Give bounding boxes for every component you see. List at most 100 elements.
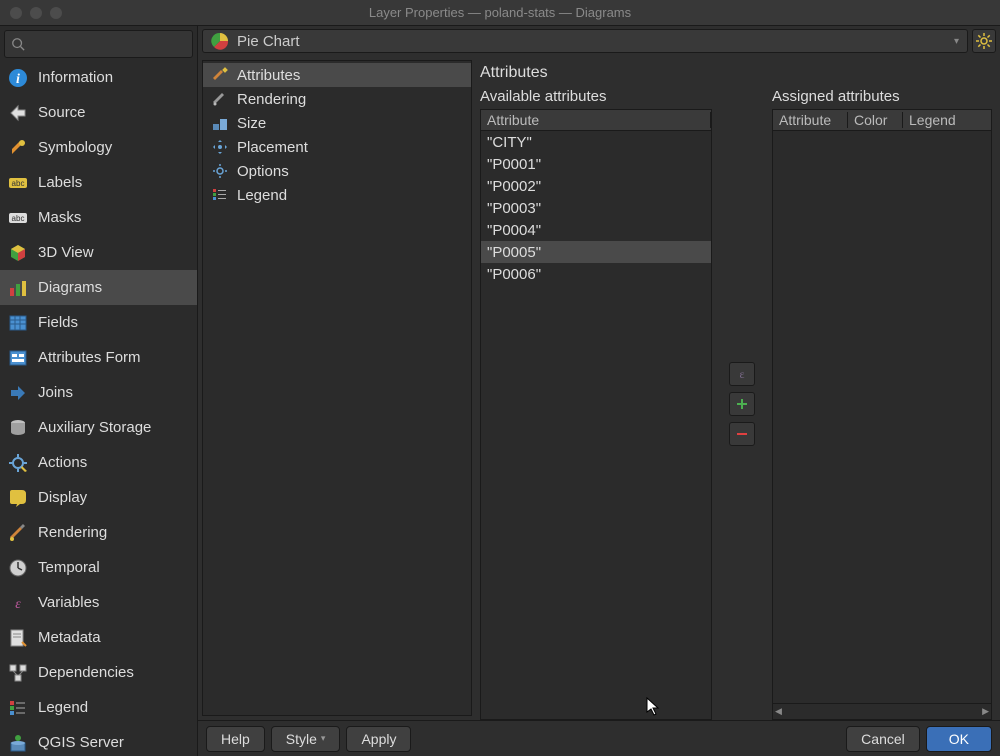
chevron-down-icon: ▾ — [321, 733, 326, 744]
svg-text:abc: abc — [12, 214, 25, 223]
sidebar-item-attrform[interactable]: Attributes Form — [0, 340, 197, 375]
sidebar-item-actions[interactable]: Actions — [0, 445, 197, 480]
labels-icon: abc — [8, 173, 28, 193]
metadata-icon — [8, 628, 28, 648]
sidebar-item-label: Legend — [38, 699, 88, 716]
available-item[interactable]: "CITY" — [481, 131, 711, 153]
sidebar-item-source[interactable]: Source — [0, 95, 197, 130]
sidebar-item-rendering[interactable]: Rendering — [0, 515, 197, 550]
sidebar-item-label: 3D View — [38, 244, 94, 261]
rendering-icon — [8, 523, 28, 543]
available-item[interactable]: "P0006" — [481, 263, 711, 285]
available-item[interactable]: "P0001" — [481, 153, 711, 175]
sidebar-item-label: Masks — [38, 209, 81, 226]
sidebar-item-label: Source — [38, 104, 86, 121]
remove-attribute-button[interactable] — [729, 422, 755, 446]
search-input[interactable] — [4, 30, 193, 58]
sidebar-item-legend[interactable]: Legend — [0, 690, 197, 725]
subnav-item-label: Size — [237, 115, 266, 132]
aux-icon — [8, 418, 28, 438]
3dview-icon — [8, 243, 28, 263]
diagrams-icon — [8, 278, 28, 298]
sidebar-item-variables[interactable]: εVariables — [0, 585, 197, 620]
available-item[interactable]: "P0004" — [481, 219, 711, 241]
sidebar-item-qgisserver[interactable]: QGIS Server — [0, 725, 197, 756]
ok-button[interactable]: OK — [926, 726, 992, 752]
sidebar-item-diagrams[interactable]: Diagrams — [0, 270, 197, 305]
source-icon — [8, 103, 28, 123]
sidebar-item-label: Metadata — [38, 629, 101, 646]
subnav-item-label: Attributes — [237, 67, 300, 84]
available-header[interactable]: Attribute — [480, 109, 712, 131]
subnav-item-placement[interactable]: Placement — [203, 135, 471, 159]
available-item[interactable]: "P0002" — [481, 175, 711, 197]
expression-button[interactable]: ε — [729, 362, 755, 386]
sidebar-item-label: Diagrams — [38, 279, 102, 296]
sidebar-item-display[interactable]: Display — [0, 480, 197, 515]
attrform-icon — [8, 348, 28, 368]
available-title: Available attributes — [480, 88, 712, 105]
available-list[interactable]: "CITY""P0001""P0002""P0003""P0004""P0005… — [480, 131, 712, 720]
sidebar-item-label: Rendering — [38, 524, 107, 541]
subnav-item-rendering[interactable]: Rendering — [203, 87, 471, 111]
available-item[interactable]: "P0005" — [481, 241, 711, 263]
sidebar-item-temporal[interactable]: Temporal — [0, 550, 197, 585]
close-window[interactable] — [10, 7, 22, 19]
sidebar-item-labels[interactable]: abcLabels — [0, 165, 197, 200]
subnav-item-attributes[interactable]: Attributes — [203, 63, 471, 87]
subnav-item-label: Legend — [237, 187, 287, 204]
svg-text:i: i — [16, 72, 20, 87]
chevron-down-icon: ▾ — [954, 36, 959, 47]
sidebar-item-3dview[interactable]: 3D View — [0, 235, 197, 270]
available-item[interactable]: "P0003" — [481, 197, 711, 219]
minus-icon — [735, 427, 749, 441]
sidebar-item-symbology[interactable]: Symbology — [0, 130, 197, 165]
sidebar-item-label: Symbology — [38, 139, 112, 156]
dependencies-icon — [8, 663, 28, 683]
pane-title: Attributes — [480, 64, 992, 82]
pie-chart-icon — [211, 32, 229, 50]
sidebar-item-dependencies[interactable]: Dependencies — [0, 655, 197, 690]
information-icon: i — [8, 68, 28, 88]
minimize-window[interactable] — [30, 7, 42, 19]
sidebar-item-joins[interactable]: Joins — [0, 375, 197, 410]
help-button[interactable]: Help — [206, 726, 265, 752]
sidebar-item-aux[interactable]: Auxiliary Storage — [0, 410, 197, 445]
add-attribute-button[interactable] — [729, 392, 755, 416]
size-icon — [211, 115, 229, 131]
subnav-item-options[interactable]: Options — [203, 159, 471, 183]
joins-icon — [8, 383, 28, 403]
diagram-type-selector[interactable]: Pie Chart ▾ — [202, 29, 968, 53]
sidebar-item-metadata[interactable]: Metadata — [0, 620, 197, 655]
assigned-scrollbar[interactable]: ◀ ▶ — [772, 704, 992, 720]
sidebar-item-information[interactable]: iInformation — [0, 60, 197, 95]
svg-text:ε: ε — [739, 367, 744, 381]
titlebar: Layer Properties — poland-stats — Diagra… — [0, 0, 1000, 26]
diagram-options-button[interactable] — [972, 29, 996, 53]
assigned-list[interactable] — [772, 131, 992, 704]
diagram-type-label: Pie Chart — [237, 33, 300, 50]
available-header-attribute: Attribute — [481, 112, 711, 128]
assigned-header[interactable]: Attribute Color Legend — [772, 109, 992, 131]
cancel-button[interactable]: Cancel — [846, 726, 920, 752]
sidebar-item-masks[interactable]: abc Masks — [0, 200, 197, 235]
subnav-item-label: Options — [237, 163, 289, 180]
style-button[interactable]: Style▾ — [271, 726, 341, 752]
zoom-window[interactable] — [50, 7, 62, 19]
legend-icon — [211, 187, 229, 203]
dialog-button-bar: Help Style▾ Apply Cancel OK — [198, 720, 1000, 756]
qgisserver-icon — [8, 733, 28, 753]
placement-icon — [211, 139, 229, 155]
window-title: Layer Properties — poland-stats — Diagra… — [0, 5, 1000, 20]
subnav-item-legend[interactable]: Legend — [203, 183, 471, 207]
sidebar-item-label: Temporal — [38, 559, 100, 576]
sidebar-item-fields[interactable]: Fields — [0, 305, 197, 340]
sidebar-item-label: Display — [38, 489, 87, 506]
assigned-header-attribute: Attribute — [773, 112, 848, 128]
masks-icon: abc — [8, 208, 28, 228]
subnav-item-size[interactable]: Size — [203, 111, 471, 135]
variables-icon: ε — [8, 593, 28, 613]
sidebar-item-label: QGIS Server — [38, 734, 124, 751]
svg-text:abc: abc — [12, 179, 25, 188]
apply-button[interactable]: Apply — [346, 726, 411, 752]
